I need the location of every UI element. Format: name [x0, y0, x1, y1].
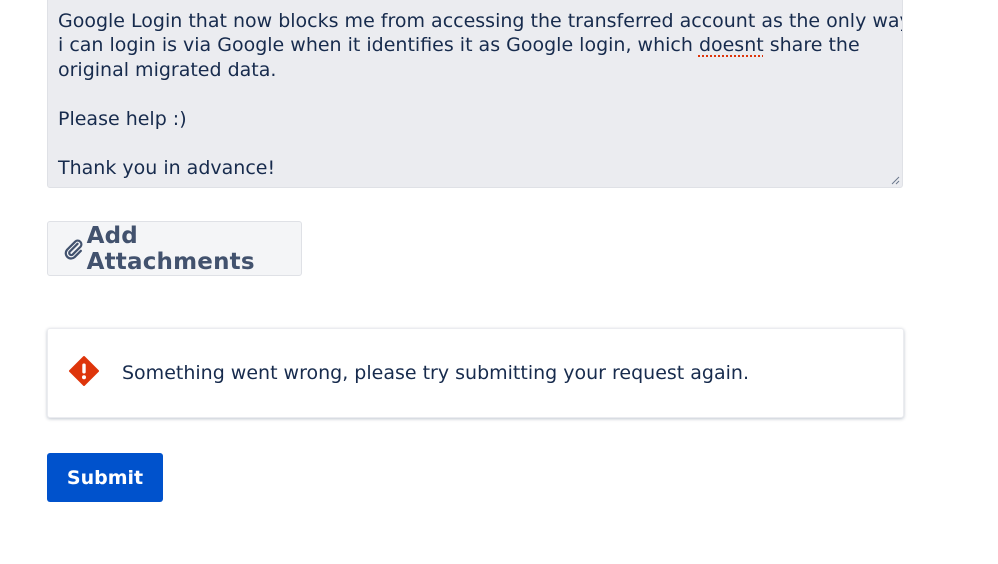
- textarea-line-2-start: i can login is via Google when it identi…: [58, 34, 699, 56]
- textarea-line-3: original migrated data.: [58, 58, 277, 81]
- submit-button[interactable]: Submit: [47, 453, 163, 502]
- textarea-line-4: Please help :): [58, 107, 187, 130]
- misspelled-word: doesnt: [698, 34, 764, 56]
- request-form: …………………………………… Google Login that now blo…: [0, 0, 998, 564]
- add-attachments-label: Add Attachments: [86, 222, 255, 275]
- textarea-line-2: i can login is via Google when it identi…: [58, 33, 892, 58]
- resize-handle-icon[interactable]: [891, 176, 900, 185]
- add-attachments-button[interactable]: Add Attachments: [47, 221, 302, 276]
- textarea-line-1: Google Login that now blocks me from acc…: [58, 9, 903, 32]
- error-diamond-icon: [69, 356, 99, 386]
- textarea-blank-line: [58, 131, 892, 156]
- error-alert: Something went wrong, please try submitt…: [47, 328, 904, 418]
- textarea-line-2-end: share the: [763, 34, 860, 56]
- error-message: Something went wrong, please try submitt…: [122, 362, 749, 384]
- description-textarea[interactable]: …………………………………… Google Login that now blo…: [47, 0, 903, 188]
- textarea-line-partial: ……………………………………: [58, 0, 892, 9]
- paperclip-icon: [64, 239, 83, 260]
- textarea-line-5: Thank you in advance!: [58, 156, 276, 179]
- textarea-blank-line: [58, 82, 892, 107]
